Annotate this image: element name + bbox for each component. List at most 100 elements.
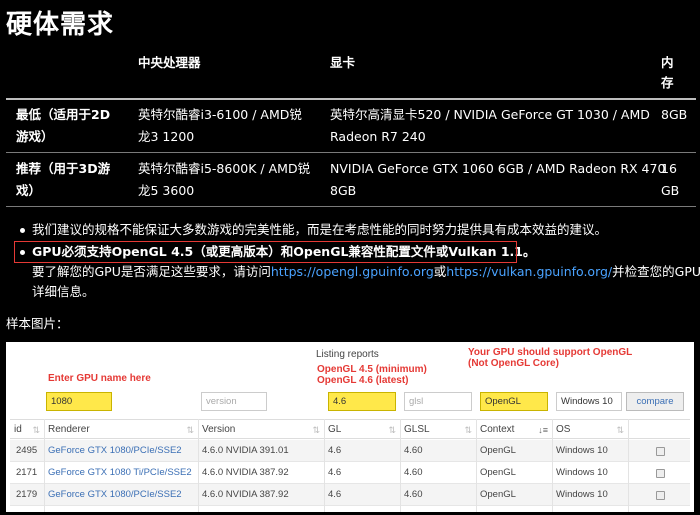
opengl-gpuinfo-link[interactable]: https://opengl.gpuinfo.org [271,264,434,279]
column-header-glsl[interactable]: GLSL ⇅ [400,419,476,439]
sort-active-icon: ↓≡ [538,425,548,435]
column-label: id [14,424,22,435]
table-divider [6,206,696,207]
column-label: OS [556,424,571,435]
cell-gl: 4.6 [328,467,342,478]
column-divider [476,419,477,512]
highlight-box [14,241,517,263]
column-label: Renderer [48,424,90,435]
column-divider [198,419,199,512]
row-checkbox[interactable] [656,491,665,500]
renderer-link[interactable]: GeForce GTX 1080/PCIe/SSE2 [48,445,182,456]
cell-id: 2179 [16,489,38,500]
note-suffix: 并检查您的GPU [612,264,700,279]
context-filter-input[interactable]: OpenGL [480,392,548,411]
column-divider [400,419,401,512]
row-label-line2: 戏） [16,183,42,198]
renderer-link[interactable]: GeForce GTX 1080 Ti/PCIe/SSE2 [48,467,192,478]
note-or: 或 [433,264,447,279]
column-divider [552,419,553,512]
column-header-id[interactable]: id ⇅ [10,419,44,439]
annotation-opengl-min: OpenGL 4.5 (minimum) [317,364,427,375]
column-header-context[interactable]: Context ↓≡ [476,419,552,439]
row-gpu-line2: Radeon R7 240 [330,129,426,144]
column-header-renderer[interactable]: Renderer ⇅ [44,419,198,439]
header-ram-line2: 存 [661,75,674,90]
sort-icon: ⇅ [464,425,472,435]
header-cpu: 中央处理器 [138,55,201,70]
row-label-line1: 最低（适用于2D [16,107,111,122]
row-cpu-line2: 龙5 3600 [138,183,195,198]
row-cpu-line1: 英特尔酷睿i5-8600K / AMD锐 [138,161,311,176]
cell-os: Windows 10 [556,445,608,456]
sample-image-label: 样本图片： [6,316,69,331]
table-row[interactable]: 2171 GeForce GTX 1080 Ti/PCIe/SSE2 4.6.0… [10,462,690,484]
sort-icon: ⇅ [32,425,40,435]
annotation-support: Your GPU should support OpenGL [468,347,633,358]
compare-button[interactable]: compare [626,392,684,411]
cell-version: 4.6.0 NVIDIA 387.92 [202,467,289,478]
cell-gl: 4.6 [328,445,342,456]
column-header-version[interactable]: Version ⇅ [198,419,324,439]
row-gpu-line1: 英特尔高清显卡520 / NVIDIA GeForce GT 1030 / AM… [330,107,650,122]
cell-version: 4.6.0 NVIDIA 391.01 [202,445,289,456]
table-divider [6,152,696,153]
row-cpu-line1: 英特尔酷睿i3-6100 / AMD锐 [138,107,302,122]
column-label: GL [328,424,342,435]
cell-gl: 4.6 [328,489,342,500]
table-divider [6,98,696,100]
version-filter-input[interactable]: version [201,392,267,411]
sort-icon: ⇅ [186,425,194,435]
table-row[interactable]: 2495 GeForce GTX 1080/PCIe/SSE2 4.6.0 NV… [10,440,690,462]
cell-context: OpenGL [480,445,516,456]
cell-id: 2171 [16,467,38,478]
glsl-filter-input[interactable]: glsl [404,392,472,411]
annotation-enter-gpu: Enter GPU name here [48,373,151,384]
row-ram-line2: GB [661,183,680,198]
sort-icon: ⇅ [388,425,396,435]
column-header-gl[interactable]: GL ⇅ [324,419,400,439]
row-checkbox[interactable] [656,447,665,456]
listing-reports-title: Listing reports [316,349,379,360]
header-gpu: 显卡 [330,55,356,70]
row-checkbox[interactable] [656,469,665,478]
sort-icon: ⇅ [312,425,320,435]
note-text: 详细信息。 [32,284,95,299]
column-label: Version [202,424,236,435]
row-cpu-line2: 龙3 1200 [138,129,195,144]
note-prefix: 要了解您的GPU是否满足这些要求，请访问 [32,264,271,279]
renderer-link[interactable]: GeForce GTX 1080/PCIe/SSE2 [48,489,182,500]
column-header-select [628,419,690,439]
os-filter-input[interactable]: Windows 10 [556,392,622,411]
note-text: 我们建议的规格不能保证大多数游戏的完美性能，而是在考虑性能的同时努力提供具有成本… [32,222,608,237]
row-label-line2: 游戏） [16,129,54,144]
row-gpu-line2: 8GB [330,183,357,198]
vulkan-gpuinfo-link[interactable]: https://vulkan.gpuinfo.org/ [446,264,612,279]
cell-context: OpenGL [480,489,516,500]
cell-glsl: 4.60 [404,467,423,478]
annotation-opengl-latest: OpenGL 4.6 (latest) [317,375,409,386]
cell-os: Windows 10 [556,489,608,500]
sample-screenshot: Listing reports Enter GPU name here Open… [6,342,694,512]
column-divider [324,419,325,512]
gl-filter-input[interactable]: 4.6 [328,392,396,411]
column-divider [44,419,45,512]
page-title: 硬体需求 [6,10,115,40]
bullet-dot [20,228,25,233]
column-divider [628,419,629,512]
row-ram-line1: 16 [661,161,677,176]
annotation-not-core: (Not OpenGL Core) [468,358,559,369]
column-header-os[interactable]: OS ⇅ [552,419,628,439]
renderer-filter-input[interactable]: 1080 [46,392,112,411]
column-label: Context [480,424,515,435]
cell-id: 2495 [16,445,38,456]
row-label-line1: 推荐（用于3D游 [16,161,111,176]
table-row[interactable]: 2179 GeForce GTX 1080/PCIe/SSE2 4.6.0 NV… [10,484,690,506]
row-gpu-line1: NVIDIA GeForce GTX 1060 6GB / AMD Radeon… [330,161,666,176]
column-label: GLSL [404,424,430,435]
header-ram-line1: 内 [661,55,674,70]
cell-glsl: 4.60 [404,445,423,456]
cell-version: 4.6.0 NVIDIA 387.92 [202,489,289,500]
row-ram-line1: 8GB [661,107,688,122]
note-text: 要了解您的GPU是否满足这些要求，请访问https://opengl.gpuin… [32,262,700,282]
